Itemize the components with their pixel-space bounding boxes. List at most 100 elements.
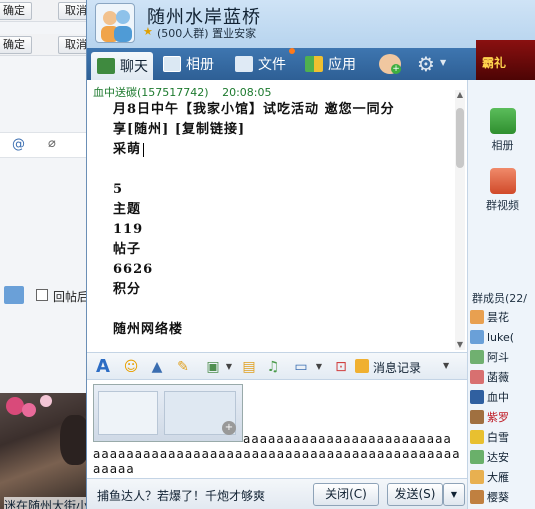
apps-icon — [305, 56, 323, 72]
member-item[interactable]: 达安 — [470, 448, 535, 466]
screen-icon[interactable]: ▭ — [291, 357, 311, 377]
reply-label: 回帖后 — [53, 290, 90, 304]
tab-chat[interactable]: 聊天 — [91, 52, 153, 80]
scroll-up-icon[interactable]: ▲ — [455, 90, 465, 100]
ad-banner[interactable]: 霸礼 — [476, 40, 535, 82]
member-avatar — [470, 410, 484, 424]
message-line: 6626 — [113, 262, 154, 277]
font-icon[interactable]: A — [93, 357, 113, 377]
member-item[interactable]: luke( — [470, 328, 535, 346]
tab-apps[interactable]: 应用 — [305, 48, 356, 80]
message-line: 积分 — [113, 282, 142, 297]
member-name: 大雁 — [487, 471, 509, 484]
ad-tip[interactable]: 捕鱼达人？若爆了！千炮才够爽 — [97, 487, 265, 504]
member-name: 樱葵 — [487, 491, 509, 504]
message-sender[interactable]: 血中送碳(157517742) — [93, 86, 209, 99]
reply-checkbox[interactable] — [36, 289, 48, 301]
history-icon[interactable] — [355, 359, 369, 373]
tab-files-label: 文件 — [258, 57, 286, 73]
message-scrollbar[interactable]: ▲ ▼ — [455, 90, 465, 350]
member-avatar — [470, 310, 484, 324]
member-avatar — [470, 490, 484, 504]
message-line: 采萌 — [113, 140, 453, 160]
group-subtitle: ★ (500人群) 置业安家 — [143, 25, 257, 41]
message-line — [113, 160, 453, 180]
member-name: 昙花 — [487, 311, 509, 324]
message-time: 20:08:05 — [222, 86, 272, 99]
screen-dropdown-icon[interactable]: ▼ — [309, 357, 329, 377]
music-icon[interactable]: ♫ — [263, 357, 283, 377]
background-window: 确定 取消 确定 取消 @ ⌀ 回帖后 迷在随州大街小 — [0, 0, 95, 509]
emoji-icon[interactable]: ☺ — [121, 357, 141, 377]
tab-files[interactable]: 文件 — [235, 48, 286, 80]
voice-icon[interactable]: ✎ — [173, 357, 193, 377]
tab-chat-label: 聊天 — [120, 59, 148, 75]
close-button[interactable]: 关闭(C) — [313, 483, 379, 506]
group-subtitle-text: (500人群) 置业安家 — [157, 27, 257, 40]
member-item[interactable]: 紫罗 — [470, 408, 535, 426]
member-name: 阿斗 — [487, 351, 509, 364]
message-body: 月8日中午【我家小馆】试吃活动 邀您一同分 享[随州] [复制链接] 采萌 5 … — [113, 100, 453, 340]
member-item[interactable]: 菡薇 — [470, 368, 535, 386]
at-icon[interactable]: @ — [12, 137, 25, 152]
tab-album[interactable]: 相册 — [163, 48, 214, 80]
album-shortcut[interactable]: 相册 — [468, 108, 535, 153]
message-area[interactable]: 血中送碳(157517742) 20:08:05 月8日中午【我家小馆】试吃活动… — [87, 80, 467, 352]
input-line: aaaaaaaaaaaaaaaaaaaaaaaaaaaaaaaaaaaaaaaa… — [93, 447, 461, 476]
group-avatar[interactable] — [95, 3, 135, 43]
send-button[interactable]: 发送(S) — [387, 483, 443, 506]
member-name: 紫罗 — [487, 411, 509, 424]
member-item[interactable]: 樱葵 — [470, 488, 535, 506]
image-dropdown-icon[interactable]: ▼ — [219, 357, 239, 377]
bg-confirm-button-1[interactable]: 确定 — [0, 2, 32, 20]
tab-album-label: 相册 — [186, 57, 214, 73]
gear-dropdown-icon[interactable]: ▼ — [440, 58, 446, 67]
member-avatar — [470, 470, 484, 484]
message-line: 5 — [113, 182, 124, 197]
member-item[interactable]: 血中 — [470, 388, 535, 406]
input-toolbar: A ☺ ▲ ✎ ▣ ▼ ▤ ♫ ▭ ▼ ⊡ ▼ 消息记录 ▼ — [87, 352, 467, 380]
gear-icon[interactable]: ⚙ — [417, 52, 435, 76]
member-avatar — [470, 330, 484, 344]
star-icon: ★ — [143, 25, 153, 38]
message-line: 主题 — [113, 202, 142, 217]
member-item[interactable]: 白雪 — [470, 428, 535, 446]
note-icon[interactable]: ▤ — [239, 357, 259, 377]
scroll-down-icon[interactable]: ▼ — [455, 340, 465, 350]
bg-image-icon[interactable] — [4, 286, 24, 304]
camera-icon — [489, 168, 516, 194]
history-button[interactable]: 消息记录 — [373, 359, 421, 376]
member-item[interactable]: 昙花 — [470, 308, 535, 326]
right-panel: 相册 群视频 群成员(22/ 昙花 luke( 阿斗 菡薇 血中 紫罗 白雪 达… — [467, 80, 535, 509]
tab-apps-label: 应用 — [328, 57, 356, 73]
scroll-thumb[interactable] — [456, 108, 464, 168]
bg-button-bar-1: 确定 取消 — [0, 0, 95, 22]
member-item[interactable]: 大雁 — [470, 468, 535, 486]
video-shortcut-label: 群视频 — [486, 199, 519, 212]
member-name: 血中 — [487, 391, 509, 404]
album-shortcut-icon — [489, 108, 516, 134]
bottom-bar: 捕鱼达人？若爆了！千炮才够爽 关闭(C) 发送(S) ▼ — [87, 478, 467, 509]
member-name: luke( — [487, 330, 515, 344]
history-dropdown-icon[interactable]: ▼ — [443, 361, 449, 370]
member-name: 白雪 — [487, 431, 509, 444]
message-line: 月8日中午【我家小馆】试吃活动 邀您一同分 — [113, 102, 395, 117]
input-line: aaaaaaaaaaaaaaaaaaaaaaaaa — [243, 432, 452, 446]
input-area[interactable]: + aaaaaaaaaaaaaaaaaaaaaaaaa aaaaaaaaaaaa… — [87, 380, 467, 476]
member-avatar — [470, 370, 484, 384]
folder-icon — [235, 56, 253, 72]
attach-icon[interactable]: ⌀ — [48, 136, 56, 151]
message-line: 随州网络楼 — [113, 322, 184, 337]
input-text: aaaaaaaaaaaaaaaaaaaaaaaaa aaaaaaaaaaaaaa… — [93, 432, 463, 476]
bg-photo — [0, 393, 95, 509]
send-options-icon[interactable]: ▼ — [443, 483, 465, 506]
plus-icon: + — [391, 64, 401, 74]
member-avatar — [470, 390, 484, 404]
video-shortcut[interactable]: 群视频 — [468, 168, 535, 213]
member-name: 达安 — [487, 451, 509, 464]
member-item[interactable]: 阿斗 — [470, 348, 535, 366]
more-icon[interactable]: ⊡ — [331, 357, 351, 377]
bg-confirm-button-2[interactable]: 确定 — [0, 36, 32, 54]
message-line: 119 — [113, 222, 144, 237]
shake-icon[interactable]: ▲ — [147, 357, 167, 377]
